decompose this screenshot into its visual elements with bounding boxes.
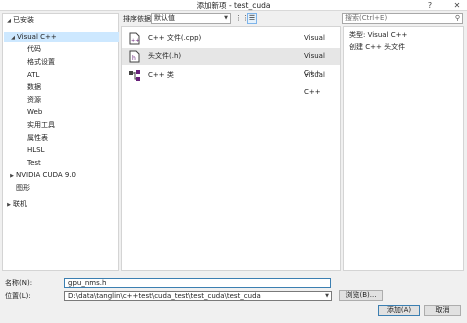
collapsed-arrow-icon[interactable]: ▶ [5,200,13,210]
tree-label: Visual C++ [17,33,57,41]
expanded-arrow-icon[interactable]: ◢ [9,33,17,43]
window-title: 添加新项 - test_cuda [196,1,271,10]
tree-node-atl[interactable]: ATL [27,70,39,80]
tree-label: 已安装 [13,16,34,24]
template-item-cpp[interactable]: ++ C++ 文件(.cpp) Visual C++ [122,30,340,59]
location-dropdown[interactable]: D:\data\tanglin\c++test\cuda_test\test_c… [64,291,332,301]
cancel-button[interactable]: 取消 [424,305,461,316]
sort-value: 默认值 [154,14,175,22]
detail-type-value: Visual C++ [367,31,408,39]
tree-node-data[interactable]: 数据 [27,82,41,92]
search-placeholder: 搜索(Ctrl+E) [345,14,388,22]
title-bar: 添加新项 - test_cuda ? ✕ [0,0,467,11]
cpp-file-icon: ++ [129,32,140,45]
detail-type: 类型: Visual C++ [349,31,407,40]
tree-node-online[interactable]: ▶ 联机 [5,199,27,209]
detail-type-label: 类型: [349,31,366,39]
svg-text:++: ++ [131,38,139,44]
search-icon: ⚲ [454,14,460,22]
tree-label: NVIDIA CUDA 9.0 [16,171,76,179]
location-label: 位置(L): [5,292,31,300]
template-language: Visual C++ [304,71,325,96]
chevron-down-icon: ▼ [224,15,228,21]
detail-description: 创建 C++ 头文件 [349,43,406,51]
search-input[interactable]: 搜索(Ctrl+E) ⚲ [342,13,463,24]
chevron-down-icon: ▼ [325,293,329,299]
tree-node-resource[interactable]: 资源 [27,95,41,105]
category-tree: ◢ 已安装 ◢ Visual C++ 代码 格式设置 ATL 数据 资源 Web 实… [2,13,119,271]
sort-label: 排序依据: [123,15,154,23]
expanded-arrow-icon[interactable]: ◢ [5,16,13,26]
name-label: 名称(N): [5,279,33,287]
tree-node-nvidia-cuda[interactable]: ▶ NVIDIA CUDA 9.0 [8,170,76,180]
add-button[interactable]: 添加(A) [378,305,420,316]
list-view-icon[interactable]: ☰ [247,13,257,24]
class-icon [129,70,140,81]
template-name: 头文件(.h) [148,52,182,60]
template-name: C++ 文件(.cpp) [148,34,202,42]
name-value: gpu_nms.h [68,279,107,287]
location-value: D:\data\tanglin\c++test\cuda_test\test_c… [68,292,261,300]
details-pane: 类型: Visual C++ 创建 C++ 头文件 [343,26,464,271]
header-file-icon: h [129,50,140,63]
tree-node-installed[interactable]: ◢ 已安装 [5,15,34,25]
tree-node-test[interactable]: Test [27,158,41,168]
tree-node-hlsl[interactable]: HLSL [27,145,45,155]
collapsed-arrow-icon[interactable]: ▶ [8,171,16,181]
tree-label: 联机 [13,200,27,208]
sort-dropdown[interactable]: 默认值 ▼ [151,13,231,24]
template-item-header[interactable]: h 头文件(.h) Visual C++ [122,48,340,77]
tree-node-formatting[interactable]: 格式设置 [27,57,55,67]
grid-view-icon[interactable]: ⋮⋮ [235,13,249,24]
name-field[interactable]: gpu_nms.h [64,278,331,288]
template-list: ++ C++ 文件(.cpp) Visual C++ h 头文件(.h) Vis… [121,26,341,271]
svg-text:h: h [132,55,136,62]
help-button[interactable]: ? [423,0,437,11]
browse-button[interactable]: 浏览(B)... [339,290,383,301]
tree-node-code[interactable]: 代码 [27,44,41,54]
template-item-class[interactable]: C++ 类 Visual C++ [122,67,340,96]
tree-node-visual-cpp[interactable]: ◢ Visual C++ [4,32,119,42]
tree-node-utility[interactable]: 实用工具 [27,120,55,130]
tree-node-property-sheets[interactable]: 属性表 [27,133,48,143]
tree-node-graphics[interactable]: 图形 [16,183,30,193]
template-name: C++ 类 [148,71,174,79]
close-button[interactable]: ✕ [450,0,464,11]
tree-node-web[interactable]: Web [27,107,42,117]
